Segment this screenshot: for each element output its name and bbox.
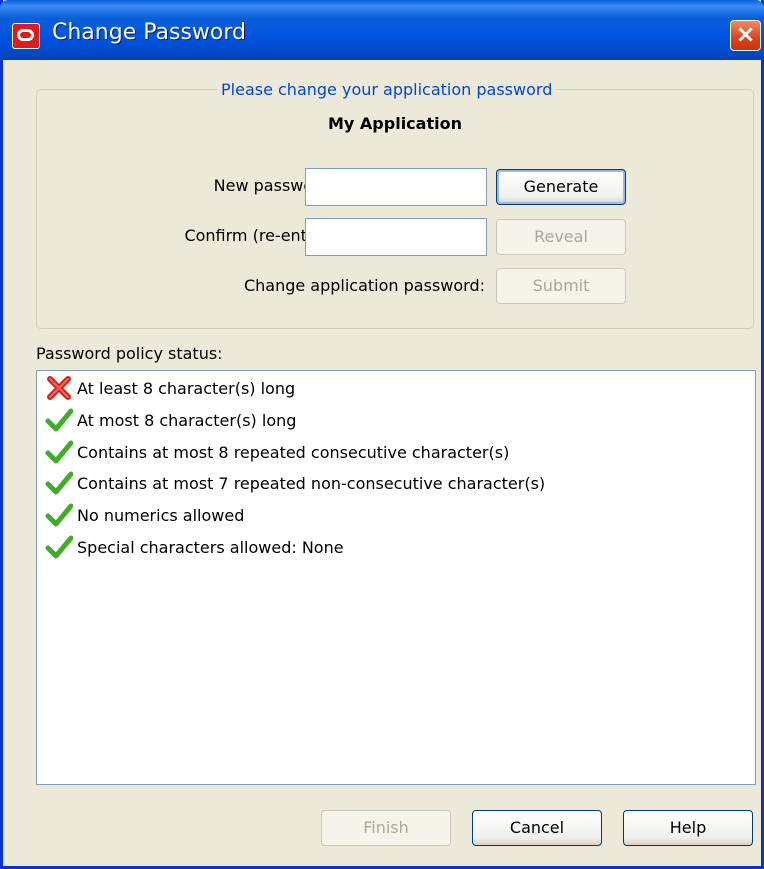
list-item: No numerics allowed [45, 502, 244, 528]
change-password-label: Change application password: [243, 276, 485, 295]
help-button[interactable]: Help [623, 810, 753, 846]
policy-status-label: Password policy status: [36, 344, 223, 363]
submit-button[interactable]: Submit [496, 268, 626, 304]
cross-icon [47, 376, 71, 400]
oracle-app-icon [12, 23, 40, 49]
list-item: Contains at most 7 repeated non-consecut… [45, 470, 545, 496]
confirm-password-input[interactable] [305, 218, 487, 256]
list-item: Contains at most 8 repeated consecutive … [45, 439, 509, 465]
policy-item-text: Special characters allowed: None [77, 537, 344, 557]
list-item: At most 8 character(s) long [45, 407, 296, 433]
check-icon [45, 440, 73, 464]
check-icon [45, 503, 73, 527]
group-legend: Please change your application password [217, 80, 557, 99]
policy-item-text: Contains at most 7 repeated non-consecut… [77, 473, 546, 493]
reveal-button[interactable]: Reveal [496, 219, 626, 255]
finish-button[interactable]: Finish [321, 810, 451, 846]
password-group: Please change your application password … [36, 80, 754, 329]
check-icon [45, 471, 73, 495]
check-icon [45, 408, 73, 432]
new-password-input[interactable] [305, 168, 487, 206]
close-button[interactable]: × [730, 20, 761, 51]
change-password-dialog: Change Password × Please change your app… [0, 0, 764, 869]
check-icon [45, 535, 73, 559]
policy-item-text: At most 8 character(s) long [77, 410, 297, 430]
window-title: Change Password [52, 20, 246, 45]
application-name: My Application [328, 114, 462, 133]
policy-status-list[interactable]: At least 8 character(s) long At most 8 c… [36, 370, 756, 785]
generate-button[interactable]: Generate [496, 169, 626, 205]
list-item: Special characters allowed: None [45, 534, 344, 560]
cancel-button[interactable]: Cancel [472, 810, 602, 846]
title-bar[interactable]: Change Password × [0, 0, 764, 60]
policy-item-text: Contains at most 8 repeated consecutive … [77, 442, 510, 462]
policy-item-text: At least 8 character(s) long [77, 378, 296, 398]
policy-item-text: No numerics allowed [77, 505, 245, 525]
list-item: At least 8 character(s) long [45, 375, 295, 401]
